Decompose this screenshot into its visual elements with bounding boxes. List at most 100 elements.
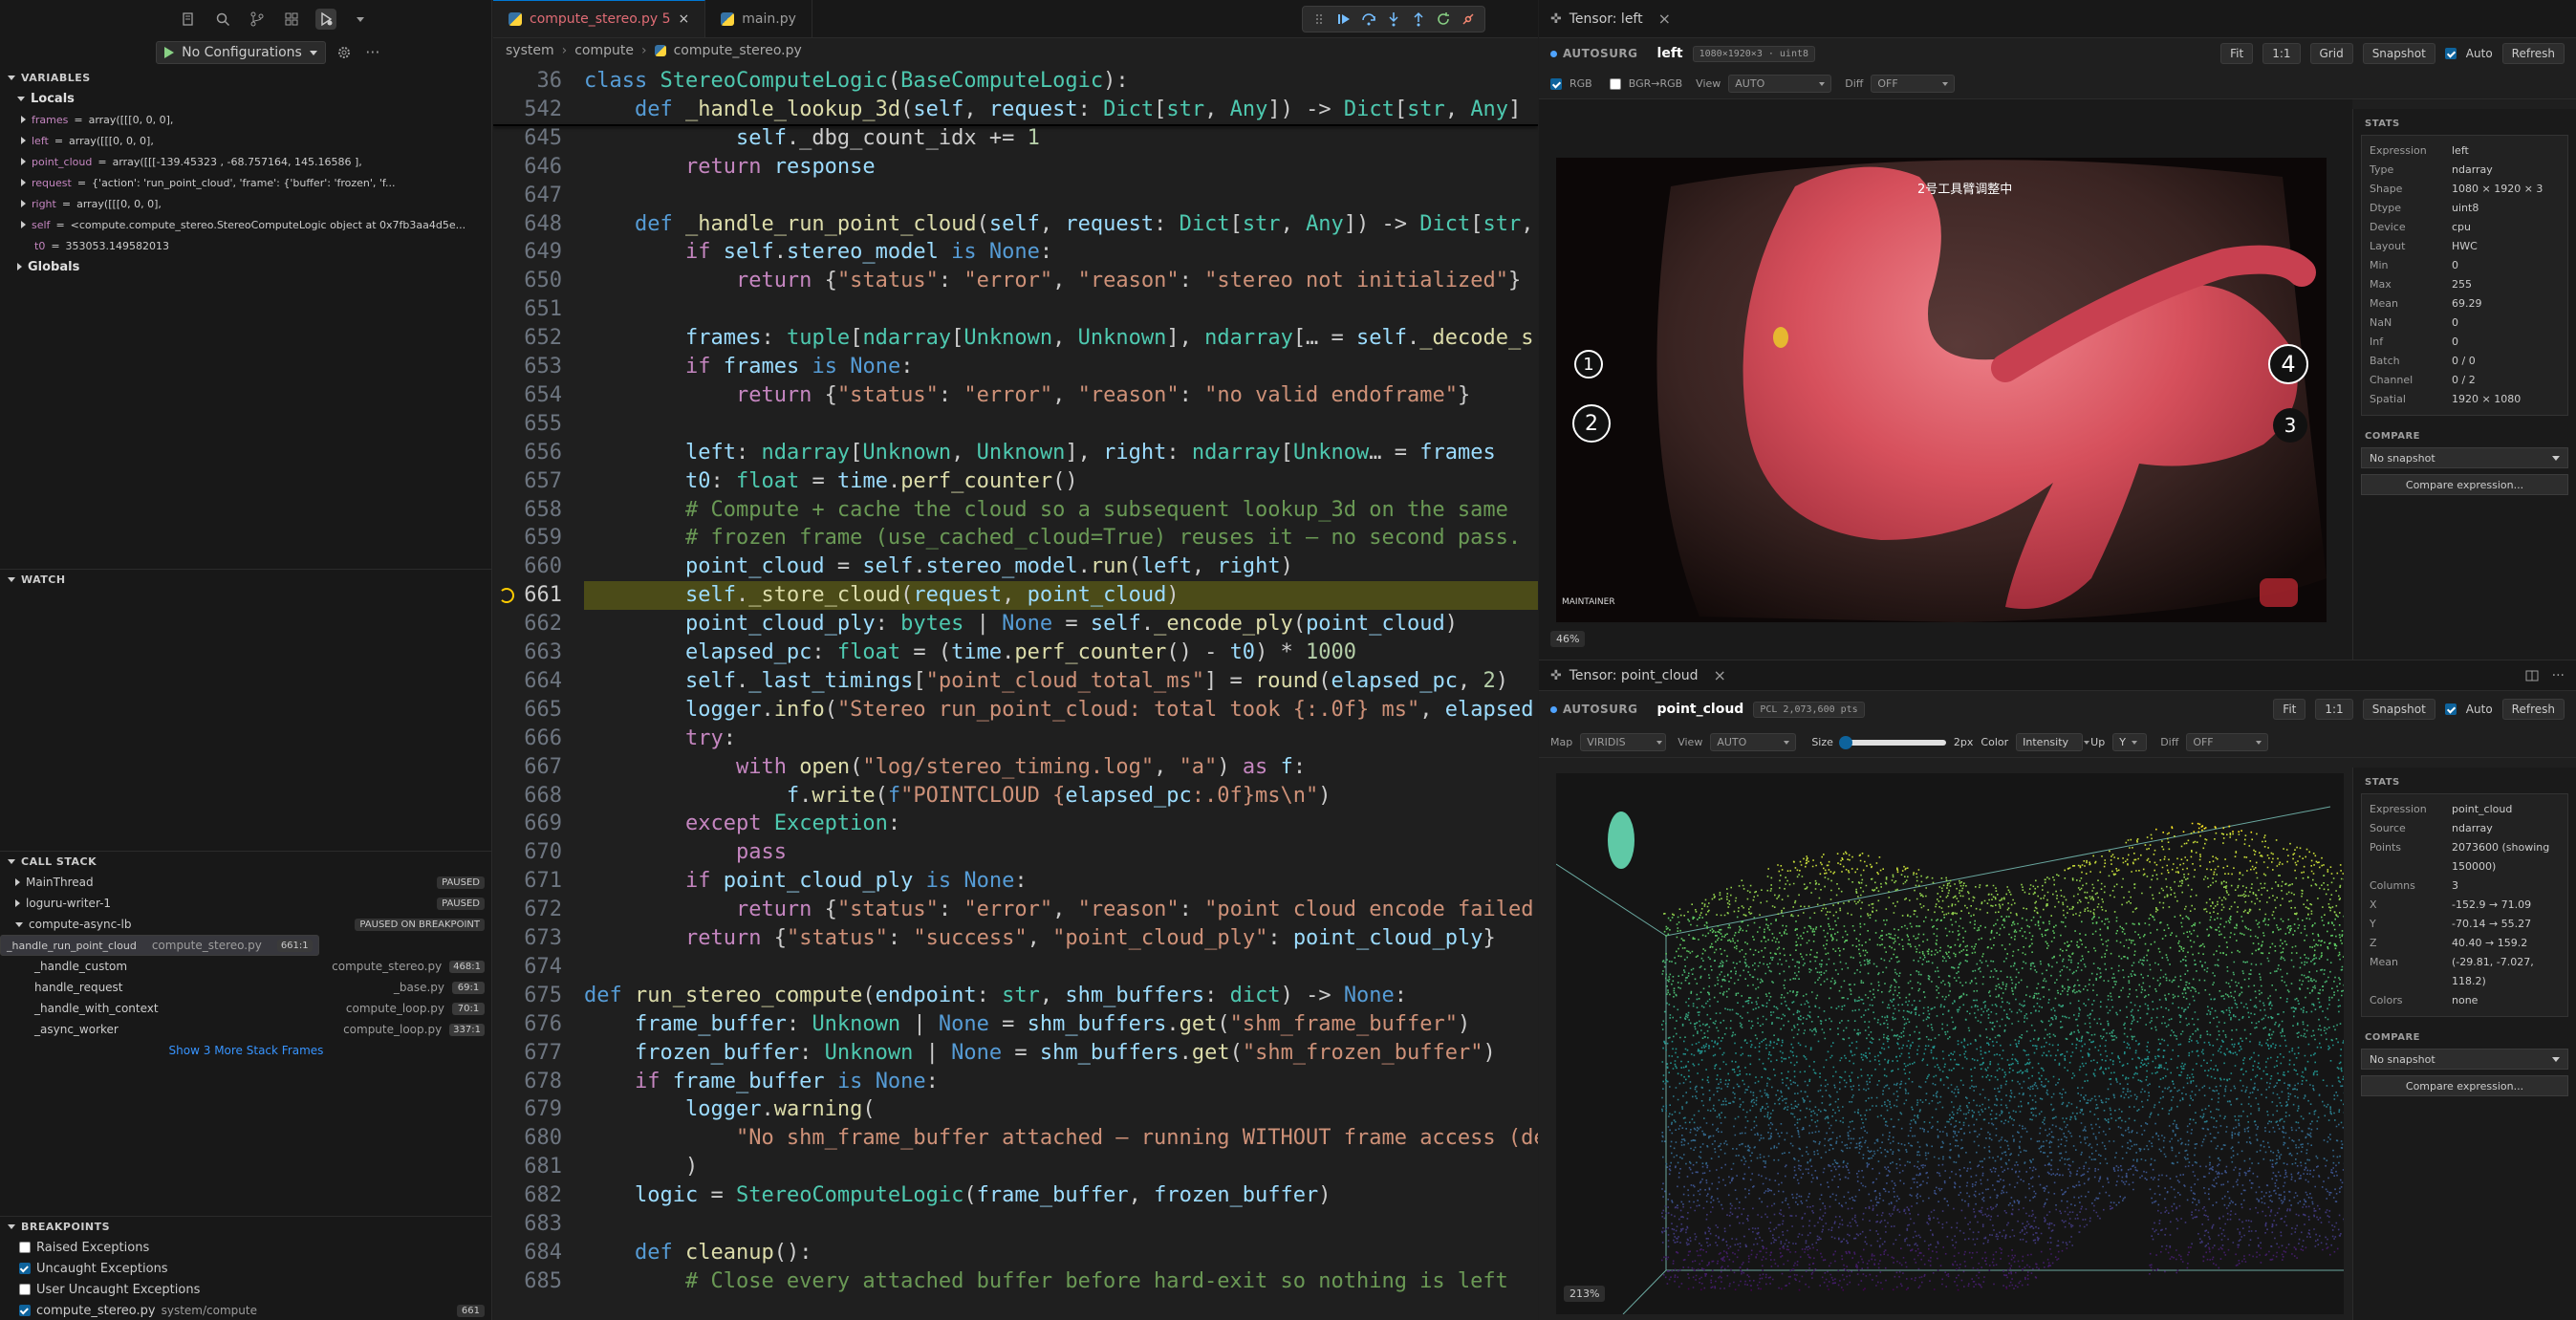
code-line[interactable]: logic = StereoComputeLogic(frame_buffer,… bbox=[584, 1181, 1331, 1210]
line-number[interactable]: 681 bbox=[493, 1153, 562, 1181]
code-line[interactable]: try: bbox=[584, 725, 736, 753]
line-number[interactable]: 653 bbox=[493, 353, 562, 381]
search-icon[interactable] bbox=[212, 9, 233, 30]
pointcloud-viewport[interactable]: 213% bbox=[1556, 773, 2344, 1314]
line-number[interactable]: 655 bbox=[493, 410, 562, 439]
line-number[interactable]: 662 bbox=[493, 610, 562, 638]
auto-checkbox[interactable] bbox=[2444, 48, 2457, 59]
rgb-checkbox[interactable] bbox=[1550, 77, 1562, 90]
code-line[interactable]: # frozen frame (use_cached_cloud=True) r… bbox=[584, 524, 1521, 552]
line-number[interactable]: 542 bbox=[493, 96, 562, 124]
step-into-icon[interactable] bbox=[1385, 11, 1402, 28]
code-line[interactable]: ) bbox=[584, 1153, 698, 1181]
snapshot-button[interactable]: Snapshot bbox=[2362, 43, 2435, 64]
code-line[interactable]: return {"status": "error", "reason": "po… bbox=[584, 896, 1534, 924]
code-line[interactable]: pass bbox=[584, 838, 787, 867]
code-line[interactable]: point_cloud_ply: bytes | None = self._en… bbox=[584, 610, 1458, 638]
breakpoint-checkbox[interactable] bbox=[19, 1305, 31, 1316]
line-number[interactable]: 680 bbox=[493, 1124, 562, 1153]
code-line[interactable]: def _handle_lookup_3d(self, request: Dic… bbox=[584, 96, 1521, 124]
line-number[interactable]: 679 bbox=[493, 1095, 562, 1124]
one-to-one-button[interactable]: 1:1 bbox=[2315, 699, 2353, 720]
line-number[interactable]: 661 bbox=[493, 581, 562, 610]
refresh-button[interactable]: Refresh bbox=[2501, 699, 2565, 720]
line-number[interactable]: 646 bbox=[493, 153, 562, 182]
breakpoint-file-row[interactable]: compute_stereo.py system/compute 661 bbox=[0, 1300, 491, 1320]
line-number[interactable]: 659 bbox=[493, 524, 562, 552]
auto-checkbox[interactable] bbox=[2444, 703, 2457, 715]
snapshot-button[interactable]: Snapshot bbox=[2362, 699, 2435, 720]
more-icon[interactable]: ··· bbox=[2552, 668, 2565, 683]
line-number[interactable]: 678 bbox=[493, 1068, 562, 1096]
code-line[interactable]: return {"status": "error", "reason": "st… bbox=[584, 267, 1521, 295]
tensor-pc-tab[interactable]: ✜ Tensor: point_cloud × ··· bbox=[1539, 660, 2576, 691]
line-number[interactable]: 685 bbox=[493, 1267, 562, 1296]
variable-row[interactable]: right = array([[[0, 0, 0], bbox=[0, 193, 491, 214]
stack-frame-row[interactable]: _handle_with_context compute_loop.py 70:1 bbox=[0, 998, 491, 1019]
map-select[interactable]: VIRIDIS bbox=[1580, 733, 1667, 751]
line-number[interactable]: 656 bbox=[493, 439, 562, 467]
close-icon[interactable]: × bbox=[679, 11, 690, 27]
line-number[interactable]: 663 bbox=[493, 638, 562, 667]
one-to-one-button[interactable]: 1:1 bbox=[2262, 43, 2301, 64]
variable-row[interactable]: frames = array([[[0, 0, 0], bbox=[0, 109, 491, 130]
files-icon[interactable] bbox=[178, 9, 199, 30]
line-number[interactable]: 682 bbox=[493, 1181, 562, 1210]
line-number[interactable]: 664 bbox=[493, 667, 562, 696]
line-number[interactable]: 657 bbox=[493, 467, 562, 496]
line-number[interactable]: 649 bbox=[493, 238, 562, 267]
code-line[interactable]: t0: float = time.perf_counter() bbox=[584, 467, 1078, 496]
code-line[interactable]: frames: tuple[ndarray[Unknown, Unknown],… bbox=[584, 324, 1534, 353]
chevron-down-icon[interactable] bbox=[350, 9, 371, 30]
line-number[interactable]: 675 bbox=[493, 982, 562, 1010]
line-number[interactable]: 645 bbox=[493, 124, 562, 153]
line-number[interactable]: 672 bbox=[493, 896, 562, 924]
breakpoint-checkbox[interactable] bbox=[19, 1242, 31, 1253]
line-number[interactable]: 676 bbox=[493, 1010, 562, 1039]
breakpoint-row[interactable]: Raised Exceptions bbox=[0, 1237, 491, 1258]
variables-section-header[interactable]: VARIABLES bbox=[0, 67, 491, 88]
code-line[interactable]: return {"status": "success", "point_clou… bbox=[584, 924, 1496, 953]
code-line[interactable]: f.write(f"POINTCLOUD {elapsed_pc:.0f}ms\… bbox=[584, 782, 1331, 811]
code-line[interactable]: self._dbg_count_idx += 1 bbox=[584, 124, 1040, 153]
line-number[interactable]: 670 bbox=[493, 838, 562, 867]
size-slider-thumb[interactable] bbox=[1838, 735, 1852, 749]
size-slider[interactable] bbox=[1838, 735, 1946, 749]
breakpoint-checkbox[interactable] bbox=[19, 1263, 31, 1274]
code-line[interactable]: left: ndarray[Unknown, Unknown], right: … bbox=[584, 439, 1496, 467]
line-number[interactable]: 650 bbox=[493, 267, 562, 295]
breadcrumb-item[interactable]: compute bbox=[574, 43, 634, 58]
compare-select[interactable]: No snapshot bbox=[2361, 447, 2568, 468]
split-editor-icon[interactable] bbox=[2525, 669, 2539, 682]
line-number[interactable]: 669 bbox=[493, 810, 562, 838]
close-icon[interactable]: × bbox=[1658, 10, 1671, 28]
view-select[interactable]: AUTO bbox=[1728, 75, 1832, 93]
code-line[interactable]: class StereoComputeLogic(BaseComputeLogi… bbox=[584, 67, 1129, 96]
code-line[interactable]: if frames is None: bbox=[584, 353, 913, 381]
line-number[interactable]: 671 bbox=[493, 867, 562, 896]
tab-compute-stereo[interactable]: compute_stereo.py 5 × bbox=[493, 0, 706, 37]
breadcrumb-item[interactable]: compute_stereo.py bbox=[674, 43, 802, 58]
tensor-left-tab[interactable]: ✜ Tensor: left × bbox=[1539, 0, 2576, 38]
step-out-icon[interactable] bbox=[1410, 11, 1427, 28]
code-line[interactable]: self._store_cloud(request, point_cloud) bbox=[584, 581, 1180, 610]
image-viewport[interactable]: 2号工具臂调整中 MAINTAINER 1 2 3 4 46% bbox=[1539, 99, 2352, 660]
line-number[interactable]: 648 bbox=[493, 210, 562, 239]
extensions-icon[interactable] bbox=[281, 9, 302, 30]
line-number[interactable]: 647 bbox=[493, 182, 562, 210]
code-line[interactable]: logger.warning( bbox=[584, 1095, 876, 1124]
code-line[interactable]: def run_stereo_compute(endpoint: str, sh… bbox=[584, 982, 1407, 1010]
thread-row[interactable]: loguru-writer-1 PAUSED bbox=[0, 893, 491, 914]
line-number[interactable]: 665 bbox=[493, 696, 562, 725]
line-number[interactable]: 674 bbox=[493, 953, 562, 982]
variable-row[interactable]: point_cloud = array([[[-139.45323 , -68.75… bbox=[0, 151, 491, 172]
color-select[interactable]: Intensity bbox=[2016, 733, 2090, 751]
view-select[interactable]: AUTO bbox=[1710, 733, 1797, 751]
grid-button[interactable]: Grid bbox=[2309, 43, 2353, 64]
variable-row[interactable]: request = {'action': 'run_point_cloud', 'f… bbox=[0, 172, 491, 193]
run-config-select[interactable]: No Configurations bbox=[156, 41, 326, 64]
line-number[interactable]: 684 bbox=[493, 1239, 562, 1267]
line-number[interactable]: 668 bbox=[493, 782, 562, 811]
restart-icon[interactable] bbox=[1435, 11, 1452, 28]
line-number[interactable]: 36 bbox=[493, 67, 563, 96]
